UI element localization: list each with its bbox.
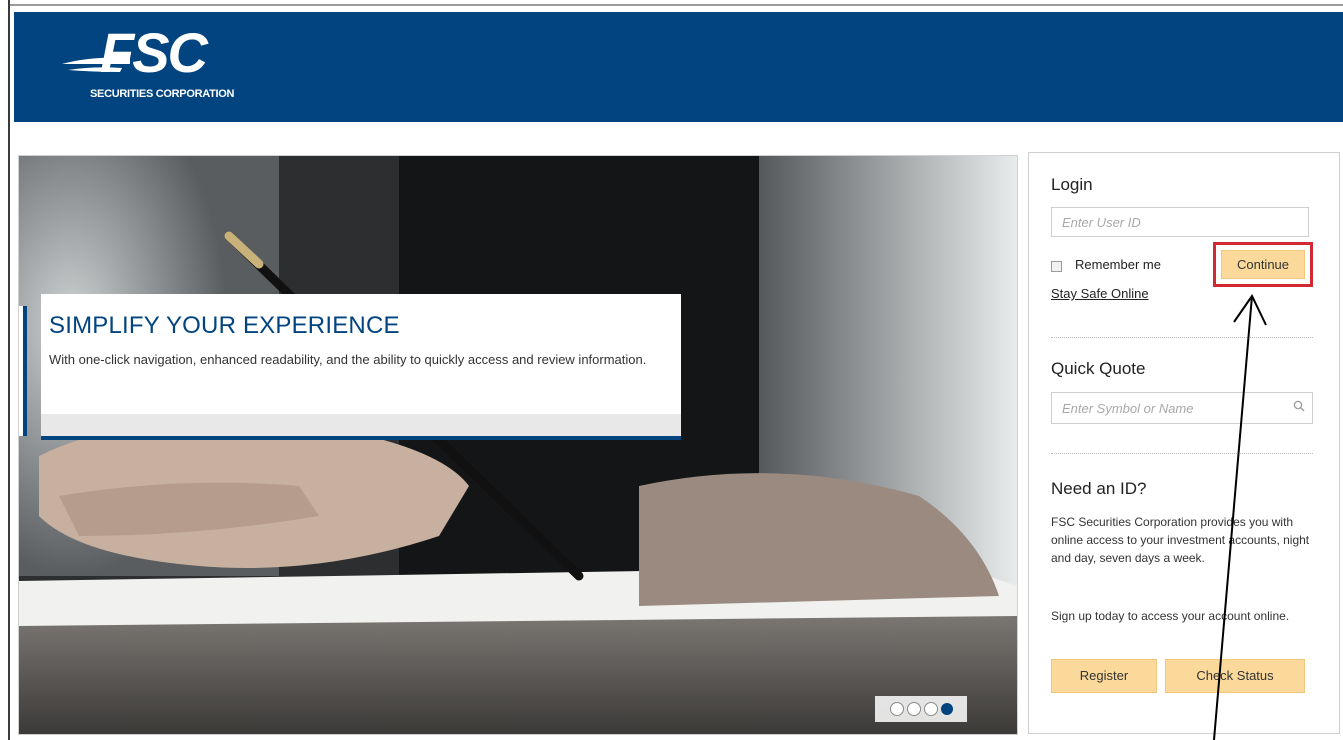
register-button[interactable]: Register — [1051, 659, 1157, 693]
hero-carousel[interactable]: SIMPLIFY YOUR EXPERIENCE With one-click … — [18, 155, 1018, 735]
hero-card-strip — [41, 414, 681, 436]
logo-text: FSC — [100, 21, 208, 84]
carousel-indicators — [875, 696, 967, 722]
frame-left-line — [8, 0, 10, 740]
remember-me-label: Remember me — [1075, 257, 1161, 272]
carousel-dot-3[interactable] — [923, 702, 938, 716]
hero-text: With one-click navigation, enhanced read… — [49, 352, 647, 367]
hero-photo — [19, 156, 1017, 734]
divider — [1051, 337, 1313, 338]
need-id-description: FSC Securities Corporation provides you … — [1051, 515, 1310, 565]
quote-search-input[interactable] — [1051, 392, 1313, 424]
user-id-input[interactable] — [1051, 207, 1309, 237]
signup-description: Sign up today to access your account onl… — [1051, 609, 1290, 623]
fsc-logo[interactable]: FSC SECURITIES CORPORATION — [62, 21, 282, 112]
hero-prev-card-edge — [19, 306, 27, 436]
stay-safe-online-link[interactable]: Stay Safe Online — [1051, 286, 1149, 301]
login-sidebar: Login Remember me Continue Stay Safe Onl… — [1028, 152, 1340, 734]
divider — [1051, 453, 1313, 454]
remember-me-checkbox[interactable] — [1051, 261, 1062, 272]
logo-subtitle: SECURITIES CORPORATION — [90, 88, 235, 100]
quick-quote-heading: Quick Quote — [1051, 359, 1146, 378]
frame-top-line — [8, 4, 1343, 6]
search-icon[interactable] — [1293, 400, 1305, 412]
check-status-button[interactable]: Check Status — [1165, 659, 1305, 693]
login-heading: Login — [1051, 175, 1093, 194]
site-header: FSC SECURITIES CORPORATION — [14, 12, 1343, 122]
hero-caption-card: SIMPLIFY YOUR EXPERIENCE With one-click … — [41, 294, 681, 440]
need-id-heading: Need an ID? — [1051, 479, 1147, 498]
carousel-dot-4[interactable] — [940, 703, 953, 715]
carousel-dot-2[interactable] — [906, 702, 921, 716]
hero-title: SIMPLIFY YOUR EXPERIENCE — [49, 312, 400, 339]
continue-button[interactable]: Continue — [1221, 250, 1305, 279]
quote-search-box — [1051, 392, 1313, 424]
continue-highlight-box: Continue — [1213, 242, 1313, 287]
carousel-dot-1[interactable] — [889, 702, 904, 716]
